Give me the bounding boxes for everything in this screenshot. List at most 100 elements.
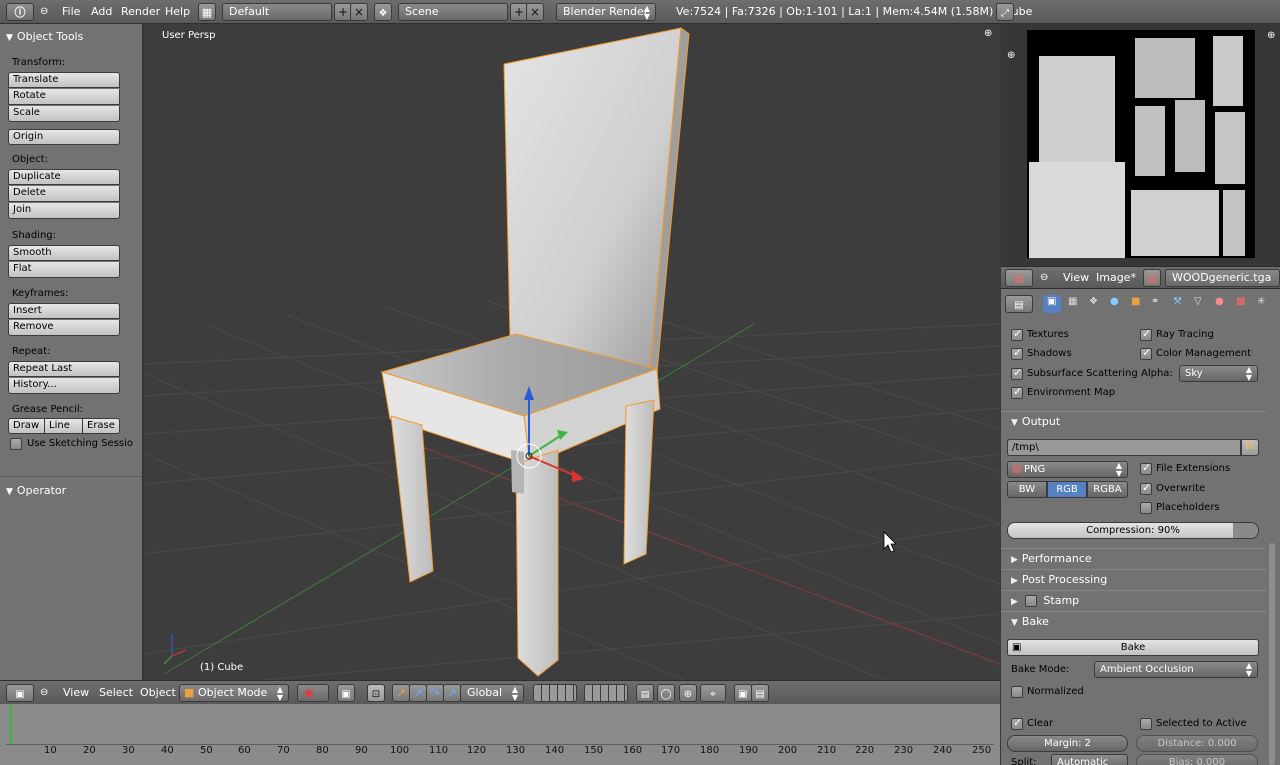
overwrite-checkbox[interactable] <box>1140 481 1152 495</box>
textures-checkbox[interactable] <box>1011 327 1023 341</box>
ray-tracing-checkbox[interactable] <box>1140 327 1152 341</box>
viewport-corner-widget[interactable]: ⊕ <box>984 28 992 39</box>
rotate-button[interactable]: Rotate <box>8 89 120 105</box>
render-anim-button[interactable]: ▤ <box>751 684 769 702</box>
layout-name-field[interactable]: Default <box>222 3 332 21</box>
operator-panel-header[interactable]: ▼ Operator <box>6 484 66 497</box>
output-panel-header[interactable]: ▼ Output <box>1001 411 1266 432</box>
image-editor-corner-widget[interactable]: ⊕ <box>1007 50 1015 61</box>
render-engine-dropdown[interactable]: Blender Render ▲ ▼ <box>556 3 656 21</box>
bake-button[interactable]: ▣ Bake <box>1007 639 1259 656</box>
modifiers-tab[interactable]: ⚒ <box>1169 295 1187 313</box>
folder-browse-button[interactable]: ▤ <box>1241 439 1259 456</box>
output-path-field[interactable]: /tmp\ <box>1007 439 1241 456</box>
performance-panel-header[interactable]: ▶ Performance <box>1001 548 1266 569</box>
alpha-dropdown[interactable]: Sky ▲ ▼ <box>1179 365 1258 382</box>
layers-grid-a[interactable] <box>533 684 577 702</box>
render-layers-tab[interactable]: ▦ <box>1064 295 1082 313</box>
menu-render[interactable]: Render <box>121 0 160 24</box>
delete-button[interactable]: Delete <box>8 186 120 202</box>
render-context-tab[interactable]: ▣ <box>1043 295 1061 313</box>
scale-button[interactable]: Scale <box>8 106 120 122</box>
stamp-checkbox[interactable] <box>1025 595 1038 607</box>
3d-viewport[interactable]: User Persp (1) Cube ⊕ <box>144 24 1000 680</box>
texture-tab[interactable]: ▩ <box>1232 295 1250 313</box>
menu-file[interactable]: File <box>62 0 80 24</box>
color-rgba-button[interactable]: RGBA <box>1087 481 1128 498</box>
scale-manipulator-button[interactable]: ↷ <box>426 684 444 702</box>
image-name-field[interactable]: WOODgeneric.tga <box>1165 269 1280 287</box>
image-browse-button[interactable]: ▤ <box>1143 269 1161 287</box>
sketching-session-checkbox[interactable] <box>10 438 22 450</box>
scene-browse-button[interactable]: ❖ <box>374 3 392 21</box>
post-processing-panel-header[interactable]: ▶ Post Processing <box>1001 569 1266 590</box>
margin-field[interactable]: Margin: 2 <box>1007 735 1128 752</box>
image-editor-corner-widget-right[interactable]: ⊕ <box>1267 30 1275 41</box>
menu-view[interactable]: View <box>63 681 89 705</box>
snap-element-button[interactable]: ⌖ <box>700 684 726 702</box>
flat-button[interactable]: Flat <box>8 262 120 278</box>
scene-tab[interactable]: ❖ <box>1085 295 1103 313</box>
sss-checkbox[interactable] <box>1011 366 1023 380</box>
material-tab[interactable]: ● <box>1211 295 1229 313</box>
distance-field[interactable]: Distance: 0.000 <box>1136 735 1258 752</box>
image-editor[interactable]: ⊕ ⊕ <box>1001 24 1280 266</box>
image-editor-type-button[interactable]: ▤ <box>1005 269 1033 287</box>
timeline-scrollbar[interactable] <box>6 744 994 748</box>
constraints-tab[interactable]: ⚭ <box>1148 295 1166 313</box>
current-frame-indicator[interactable] <box>10 704 12 744</box>
lock-layer-button[interactable]: ▤ <box>636 684 654 702</box>
menu-select[interactable]: Select <box>99 681 133 705</box>
menu-add[interactable]: Add <box>91 0 112 24</box>
insert-keyframe-button[interactable]: Insert <box>8 303 120 319</box>
origin-button[interactable]: Origin <box>8 129 120 145</box>
grease-draw-button[interactable]: Draw <box>8 418 45 434</box>
shading-dropdown[interactable]: ◉ <box>297 684 329 702</box>
layers-grid-b[interactable] <box>584 684 628 702</box>
grease-line-button[interactable]: Line <box>45 418 83 434</box>
properties-scrollbar[interactable] <box>1269 543 1275 765</box>
split-dropdown[interactable]: Automatic <box>1051 754 1128 765</box>
object-tools-panel-header[interactable]: ▼ Object Tools <box>6 30 83 43</box>
view3d-editor-type-button[interactable]: ▣ <box>6 684 34 702</box>
color-management-checkbox[interactable] <box>1140 346 1152 360</box>
translate-manipulator-button[interactable]: ↗ <box>392 684 410 702</box>
collapse-menu-icon[interactable]: ⊖ <box>1040 266 1048 290</box>
placeholders-checkbox[interactable] <box>1140 502 1152 514</box>
particles-tab[interactable]: ✳ <box>1253 295 1271 313</box>
stamp-panel-header[interactable]: ▶ Stamp <box>1001 590 1266 611</box>
collapse-menu-icon[interactable]: ⊖ <box>40 681 48 705</box>
color-bw-button[interactable]: BW <box>1007 481 1047 498</box>
fullscreen-button[interactable]: ⤢ <box>996 3 1014 21</box>
orientation-dropdown[interactable]: Global ▲ ▼ <box>460 684 524 702</box>
bake-mode-dropdown[interactable]: Ambient Occlusion ▲ ▼ <box>1094 661 1258 678</box>
menu-help[interactable]: Help <box>165 0 190 24</box>
color-rgb-button[interactable]: RGB <box>1047 481 1087 498</box>
env-map-checkbox[interactable] <box>1011 385 1023 399</box>
remove-keyframe-button[interactable]: Remove <box>8 320 120 336</box>
compression-slider[interactable]: Compression: 90% <box>1007 522 1259 539</box>
data-tab[interactable]: ▽ <box>1190 295 1208 313</box>
pivot-point-button[interactable]: ▣ <box>337 684 355 702</box>
world-tab[interactable]: ● <box>1106 295 1124 313</box>
render-opengl-button[interactable]: ▣ <box>734 684 752 702</box>
timeline[interactable]: 10 20 30 40 50 60 70 80 90 100 110 120 1… <box>0 704 1000 765</box>
selected-to-active-checkbox[interactable] <box>1140 718 1152 730</box>
info-editor-type-button[interactable]: ⓘ <box>6 3 34 21</box>
grease-erase-button[interactable]: Erase <box>83 418 120 434</box>
file-extensions-checkbox[interactable] <box>1140 461 1152 475</box>
extra-manipulator-button[interactable]: ↗ <box>443 684 461 702</box>
file-format-dropdown[interactable]: ▤ PNG ▲ ▼ <box>1007 461 1128 478</box>
repeat-last-button[interactable]: Repeat Last <box>8 361 120 377</box>
shadows-checkbox[interactable] <box>1011 346 1023 360</box>
smooth-button[interactable]: Smooth <box>8 245 120 261</box>
scene-delete-button[interactable]: × <box>526 3 544 21</box>
scene-name-field[interactable]: Scene <box>398 3 508 21</box>
bias-field[interactable]: Bias: 0.000 <box>1136 754 1258 765</box>
properties-editor-type-button[interactable]: ▤ <box>1005 295 1033 313</box>
proportional-edit-button[interactable]: ◯ <box>657 684 675 702</box>
collapse-menu-icon[interactable]: ⊖ <box>40 0 48 24</box>
mode-dropdown[interactable]: ■ Object Mode ▲ ▼ <box>179 684 289 702</box>
menu-image-view[interactable]: View <box>1063 266 1089 290</box>
bake-panel-header[interactable]: ▼ Bake <box>1001 611 1266 632</box>
